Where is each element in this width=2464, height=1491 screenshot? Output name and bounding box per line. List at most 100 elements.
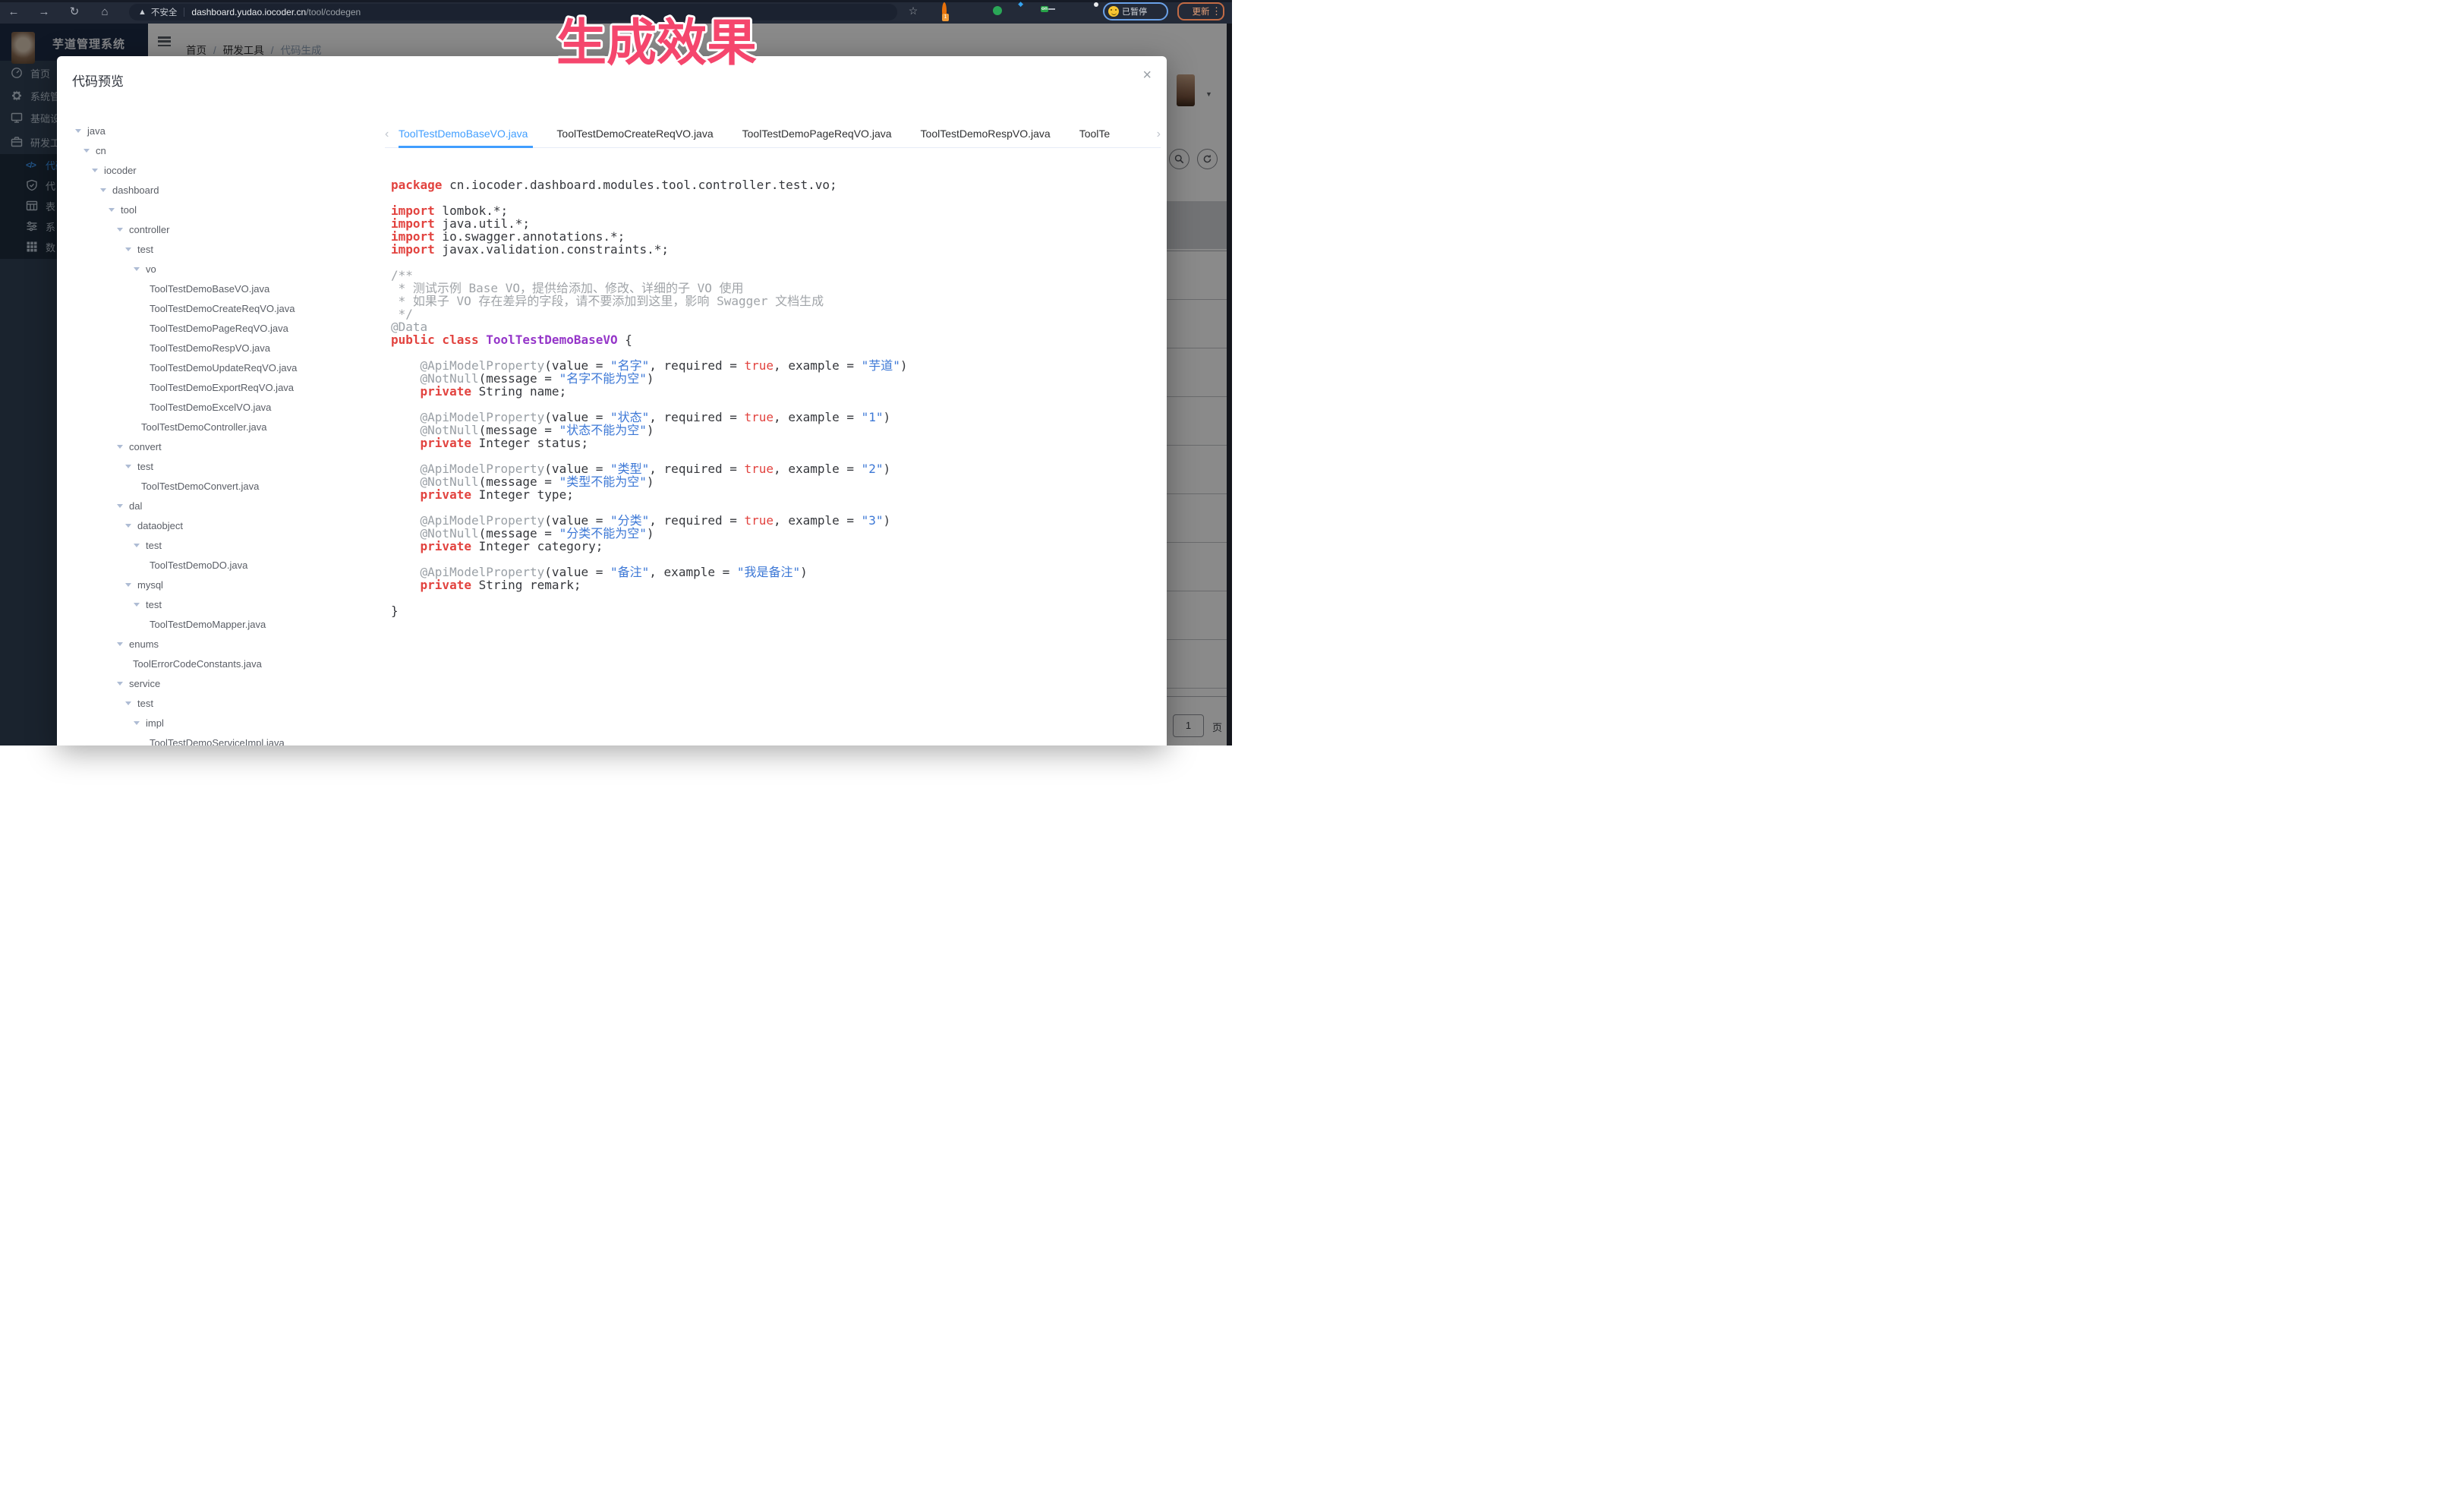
tree-node-ToolTestDemoConvert.java[interactable]: ToolTestDemoConvert.java xyxy=(57,476,383,496)
tree-node-enums[interactable]: enums xyxy=(57,634,383,654)
tree-node-test[interactable]: test xyxy=(57,594,383,614)
tree-node-java[interactable]: java xyxy=(57,121,383,140)
tree-node-dashboard[interactable]: dashboard xyxy=(57,180,383,200)
caret-down-icon xyxy=(109,208,115,215)
tab-ToolTestDemoBaseVO.java[interactable]: ToolTestDemoBaseVO.java xyxy=(399,121,528,148)
extension-drop-icon[interactable] xyxy=(963,5,978,19)
tree-node-test[interactable]: test xyxy=(57,239,383,259)
tree-node-iocoder[interactable]: iocoder xyxy=(57,160,383,180)
code-line: package cn.iocoder.dashboard.modules.too… xyxy=(391,178,1158,191)
tree-node-label: test xyxy=(146,540,162,551)
url-path: /tool/codegen xyxy=(306,7,361,17)
code-line: @ApiModelProperty(value = "分类", required… xyxy=(391,514,1158,527)
emoji-face-icon xyxy=(1108,6,1119,17)
code-line: @ApiModelProperty(value = "类型", required… xyxy=(391,462,1158,475)
home-icon[interactable]: ⌂ xyxy=(96,2,114,22)
tree-node-vo[interactable]: vo xyxy=(57,259,383,279)
tab-ToolTestDemoPageReqVO.java[interactable]: ToolTestDemoPageReqVO.java xyxy=(742,121,892,148)
reload-icon[interactable]: ↻ xyxy=(65,2,83,22)
tree-node-dataobject[interactable]: dataobject xyxy=(57,515,383,535)
caret-down-icon xyxy=(125,583,131,590)
address-bar[interactable]: ▲ 不安全 dashboard.yudao.iocoder.cn/tool/co… xyxy=(129,4,897,20)
code-line: * 如果子 VO 存在差异的字段，请不要添加到这里，影响 Swagger 文档生… xyxy=(391,295,1158,307)
bookmark-star-icon[interactable]: ☆ xyxy=(906,4,921,18)
tree-node-ToolTestDemoController.java[interactable]: ToolTestDemoController.java xyxy=(57,417,383,437)
tree-node-label: ToolTestDemoExcelVO.java xyxy=(150,402,271,413)
code-line xyxy=(391,256,1158,269)
code-line xyxy=(391,553,1158,566)
tree-node-ToolTestDemoServiceImpl.java[interactable]: ToolTestDemoServiceImpl.java xyxy=(57,733,383,746)
code-line: @NotNull(message = "名字不能为空") xyxy=(391,372,1158,385)
notification-badge: 1 xyxy=(942,14,949,21)
tree-node-label: enums xyxy=(129,638,159,650)
code-line: import lombok.*; xyxy=(391,204,1158,217)
browser-menu-kebab-icon[interactable]: ⋮ xyxy=(1212,3,1221,20)
tree-node-dal[interactable]: dal xyxy=(57,496,383,515)
code-line: private Integer category; xyxy=(391,540,1158,553)
caret-down-icon xyxy=(125,465,131,471)
tree-node-label: convert xyxy=(129,441,162,452)
tree-node-label: ToolTestDemoBaseVO.java xyxy=(150,283,269,295)
orange-ring-icon: 1 xyxy=(942,2,947,20)
extensions-puzzle-icon[interactable] xyxy=(1083,5,1098,19)
tab-ToolTe[interactable]: ToolTe xyxy=(1079,121,1110,148)
caret-down-icon xyxy=(117,682,123,689)
code-line: @NotNull(message = "分类不能为空") xyxy=(391,527,1158,540)
tree-node-label: test xyxy=(137,244,153,255)
caret-down-icon xyxy=(125,701,131,708)
extension-diamond-icon[interactable] xyxy=(1013,5,1028,19)
tree-node-ToolTestDemoMapper.java[interactable]: ToolTestDemoMapper.java xyxy=(57,614,383,634)
window-top-strip xyxy=(0,0,1232,2)
code-line: */ xyxy=(391,307,1158,320)
tree-node-label: dataobject xyxy=(137,520,183,531)
back-icon[interactable]: ← xyxy=(5,2,23,22)
security-warning-icon[interactable]: ▲ xyxy=(138,8,147,17)
caret-down-icon xyxy=(117,445,123,452)
extension-notification-icon[interactable]: 1 xyxy=(937,5,952,19)
tree-node-ToolTestDemoExportReqVO.java[interactable]: ToolTestDemoExportReqVO.java xyxy=(57,377,383,397)
page-scrollbar[interactable] xyxy=(1227,24,1232,746)
code-line: @NotNull(message = "状态不能为空") xyxy=(391,424,1158,437)
tree-node-ToolTestDemoRespVO.java[interactable]: ToolTestDemoRespVO.java xyxy=(57,338,383,358)
tree-node-ToolTestDemoExcelVO.java[interactable]: ToolTestDemoExcelVO.java xyxy=(57,397,383,417)
tree-node-label: java xyxy=(87,125,106,137)
extension-list-toggle-icon[interactable]: on xyxy=(1037,5,1052,19)
code-line: public class ToolTestDemoBaseVO { xyxy=(391,333,1158,346)
caret-down-icon xyxy=(134,267,140,274)
code-line: } xyxy=(391,604,1158,617)
forward-icon[interactable]: → xyxy=(35,2,53,22)
caret-down-icon xyxy=(100,188,106,195)
tabs-scroll-right-icon[interactable]: › xyxy=(1157,128,1161,141)
extension-green-circle-icon[interactable] xyxy=(984,5,999,19)
tree-node-label: ToolTestDemoController.java xyxy=(141,421,266,433)
tree-node-label: vo xyxy=(146,263,156,275)
tree-node-controller[interactable]: controller xyxy=(57,219,383,239)
tab-ToolTestDemoRespVO.java[interactable]: ToolTestDemoRespVO.java xyxy=(921,121,1051,148)
tree-node-ToolTestDemoUpdateReqVO.java[interactable]: ToolTestDemoUpdateReqVO.java xyxy=(57,358,383,377)
tree-node-test[interactable]: test xyxy=(57,693,383,713)
tree-node-ToolTestDemoPageReqVO.java[interactable]: ToolTestDemoPageReqVO.java xyxy=(57,318,383,338)
tree-node-ToolErrorCodeConstants.java[interactable]: ToolErrorCodeConstants.java xyxy=(57,654,383,673)
extension-leaf-icon[interactable] xyxy=(1062,5,1077,19)
tree-node-ToolTestDemoBaseVO.java[interactable]: ToolTestDemoBaseVO.java xyxy=(57,279,383,298)
tree-node-test[interactable]: test xyxy=(57,456,383,476)
caret-down-icon xyxy=(83,149,90,156)
tree-node-test[interactable]: test xyxy=(57,535,383,555)
code-line xyxy=(391,191,1158,204)
tree-node-mysql[interactable]: mysql xyxy=(57,575,383,594)
tree-node-ToolTestDemoDO.java[interactable]: ToolTestDemoDO.java xyxy=(57,555,383,575)
close-icon[interactable]: × xyxy=(1142,67,1152,84)
code-line xyxy=(391,501,1158,514)
tree-node-cn[interactable]: cn xyxy=(57,140,383,160)
tree-node-convert[interactable]: convert xyxy=(57,437,383,456)
update-label: 更新 xyxy=(1193,5,1210,17)
tree-node-label: ToolTestDemoDO.java xyxy=(150,560,247,571)
tree-node-impl[interactable]: impl xyxy=(57,713,383,733)
tree-node-label: dal xyxy=(129,500,142,512)
tree-node-ToolTestDemoCreateReqVO.java[interactable]: ToolTestDemoCreateReqVO.java xyxy=(57,298,383,318)
tree-node-service[interactable]: service xyxy=(57,673,383,693)
tab-ToolTestDemoCreateReqVO.java[interactable]: ToolTestDemoCreateReqVO.java xyxy=(556,121,713,148)
tree-node-tool[interactable]: tool xyxy=(57,200,383,219)
tabs-scroll-left-icon[interactable]: ‹ xyxy=(385,128,389,141)
profile-paused-badge[interactable]: 已暂停 xyxy=(1103,2,1168,20)
